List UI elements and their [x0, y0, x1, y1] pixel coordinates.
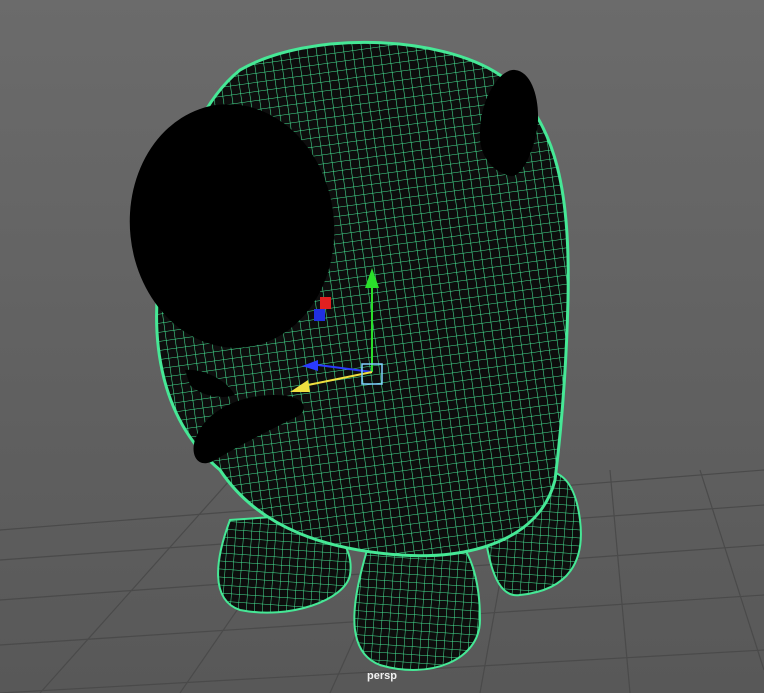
camera-name-label: persp — [367, 670, 397, 682]
viewport-scene[interactable] — [0, 0, 764, 693]
x-axis-plane-handle[interactable] — [320, 297, 331, 309]
maya-perspective-viewport[interactable]: persp — [0, 0, 764, 693]
z-axis-plane-handle[interactable] — [314, 309, 325, 321]
